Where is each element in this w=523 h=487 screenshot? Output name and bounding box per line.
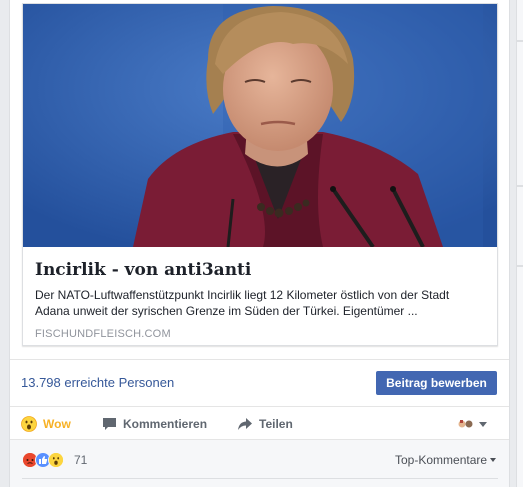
reaction-count[interactable]: 71 xyxy=(74,453,87,467)
reaction-icons[interactable] xyxy=(22,452,64,468)
link-domain: FISCHUNDFLEISCH.COM xyxy=(35,328,171,340)
comment-icon xyxy=(102,417,117,431)
post-insights-row: 13.798 erreichte Personen Beitrag bewerb… xyxy=(10,359,509,406)
portrait-photo xyxy=(23,4,497,247)
comment-sort-label: Top-Kommentare xyxy=(395,453,488,467)
right-column-edge xyxy=(516,0,523,487)
chevron-down-icon xyxy=(479,421,487,427)
share-arrow-icon xyxy=(237,417,253,431)
link-description: Der NATO-Luftwaffenstützpunkt Incirlik l… xyxy=(35,288,450,318)
wow-reaction-button[interactable]: Wow xyxy=(21,414,71,434)
wow-reaction-icon xyxy=(48,452,64,468)
post-actions-row: Wow Kommentieren Teilen xyxy=(10,406,509,439)
post-card: Incirlik - von anti3anti Der NATO-Luftwa… xyxy=(9,0,510,487)
comment-button[interactable]: Kommentieren xyxy=(102,414,207,434)
comment-label: Kommentieren xyxy=(123,417,208,431)
reactions-summary-row: 71 Top-Kommentare xyxy=(10,439,509,487)
share-button[interactable]: Teilen xyxy=(237,414,293,434)
divider xyxy=(22,478,498,479)
page-avatars-icon xyxy=(458,420,473,428)
comment-sort-dropdown[interactable]: Top-Kommentare xyxy=(395,453,497,467)
boost-post-button[interactable]: Beitrag bewerben xyxy=(376,371,497,395)
wow-emoji-icon xyxy=(21,416,37,432)
reach-count-link[interactable]: 13.798 erreichte Personen xyxy=(21,375,174,390)
share-label: Teilen xyxy=(259,417,293,431)
link-preview-image[interactable] xyxy=(23,4,497,247)
link-preview-text[interactable]: Incirlik - von anti3anti Der NATO-Luftwa… xyxy=(23,247,497,345)
wow-label: Wow xyxy=(43,417,71,431)
link-preview[interactable]: Incirlik - von anti3anti Der NATO-Luftwa… xyxy=(22,3,498,346)
link-title[interactable]: Incirlik - von anti3anti xyxy=(35,259,485,281)
post-as-selector[interactable] xyxy=(458,416,487,432)
caret-down-icon xyxy=(490,458,497,462)
